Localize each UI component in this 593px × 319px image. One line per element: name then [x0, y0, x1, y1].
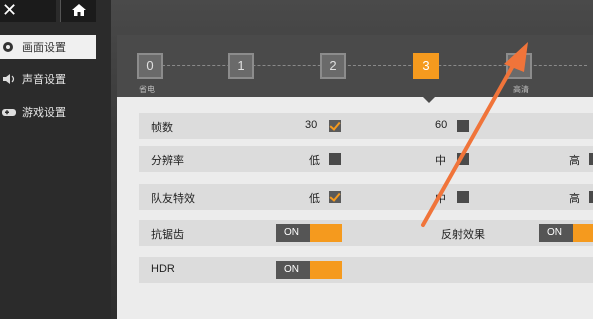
setting-row-hdr: HDR ON — [139, 257, 593, 283]
setting-row-fps: 帧数 30 60 — [139, 113, 593, 139]
teammate-effects-low-checkbox[interactable] — [329, 191, 341, 203]
back-button[interactable]: ✕ — [0, 0, 56, 22]
home-icon — [72, 4, 86, 16]
hdr-toggle[interactable]: ON — [276, 261, 342, 279]
hdr-label: HDR — [151, 263, 175, 275]
reflection-toggle-state: ON — [539, 224, 573, 242]
sidebar-item-audio[interactable]: 声音设置 — [0, 67, 96, 91]
resolution-high-label: 高 — [569, 155, 580, 167]
reflection-label: 反射效果 — [441, 229, 485, 241]
setting-row-antialias: 抗锯齿 ON 反射效果 ON — [139, 220, 593, 246]
quality-level-4[interactable]: 4 — [506, 53, 532, 79]
fps-option-30-label: 30 — [305, 119, 318, 131]
teammate-effects-label: 队友特效 — [151, 193, 195, 205]
fps-option-60-label: 60 — [435, 119, 448, 131]
teammate-effects-high-checkbox[interactable] — [589, 191, 593, 203]
antialias-toggle[interactable]: ON — [276, 224, 342, 242]
fps-60-checkbox[interactable] — [457, 120, 469, 132]
quality-label-high: 高清 — [513, 85, 529, 94]
antialias-label: 抗锯齿 — [151, 229, 184, 241]
sidebar-item-graphics[interactable]: 画面设置 — [0, 35, 96, 59]
teammate-effects-low-label: 低 — [309, 193, 320, 205]
quality-level-0[interactable]: 0 — [137, 53, 163, 79]
resolution-mid-checkbox[interactable] — [457, 153, 469, 165]
quality-level-1[interactable]: 1 — [228, 53, 254, 79]
sidebar-item-label: 声音设置 — [22, 74, 66, 86]
speaker-icon — [3, 74, 15, 84]
quality-level-3[interactable]: 3 — [413, 53, 439, 79]
antialias-toggle-state: ON — [276, 224, 310, 242]
reflection-toggle[interactable]: ON — [539, 224, 593, 242]
resolution-mid-label: 中 — [435, 155, 446, 167]
resolution-high-checkbox[interactable] — [589, 153, 593, 165]
sidebar-item-game[interactable]: 游戏设置 — [0, 100, 96, 124]
sidebar-item-label: 画面设置 — [22, 42, 66, 54]
teammate-effects-high-label: 高 — [569, 193, 580, 205]
setting-row-resolution: 分辨率 低 中 高 — [139, 146, 593, 172]
fps-label: 帧数 — [151, 122, 173, 134]
home-button[interactable] — [60, 0, 96, 22]
teammate-effects-mid-checkbox[interactable] — [457, 191, 469, 203]
setting-row-teammate-effects: 队友特效 低 中 高 — [139, 184, 593, 210]
fps-30-checkbox[interactable] — [329, 120, 341, 132]
gear-icon — [3, 42, 13, 52]
resolution-low-checkbox[interactable] — [329, 153, 341, 165]
resolution-label: 分辨率 — [151, 155, 184, 167]
gamepad-icon — [2, 109, 16, 116]
quality-level-2[interactable]: 2 — [320, 53, 346, 79]
teammate-effects-mid-label: 中 — [435, 193, 446, 205]
resolution-low-label: 低 — [309, 155, 320, 167]
sidebar: ✕ 画面设置 声音设置 游戏设置 — [0, 0, 111, 319]
sidebar-item-label: 游戏设置 — [22, 107, 66, 119]
quality-selector: 0 1 2 3 4 省电 高清 — [117, 35, 593, 103]
hdr-toggle-state: ON — [276, 261, 310, 279]
quality-label-low: 省电 — [139, 85, 155, 94]
close-icon: ✕ — [2, 0, 18, 20]
